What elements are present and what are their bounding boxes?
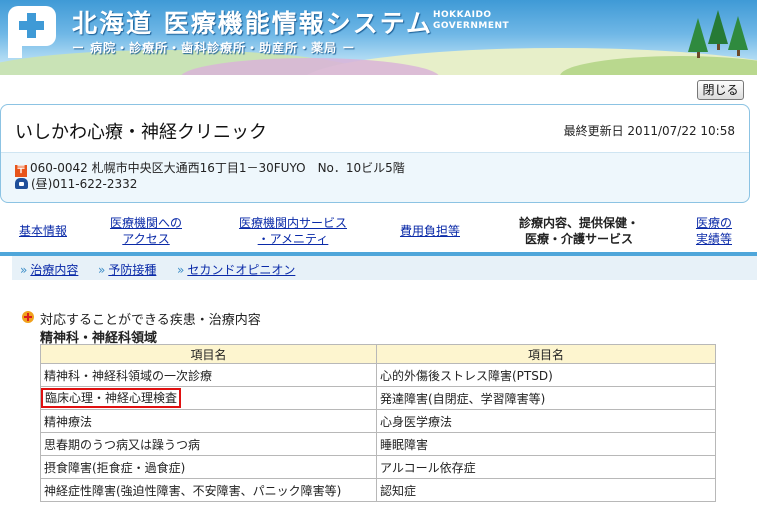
table-row: 思春期のうつ病又は躁うつ病 睡眠障害: [40, 432, 716, 456]
double-arrow-icon: »: [177, 263, 185, 277]
site-banner: 北海道 医療機能情報システム HOKKAIDO GOVERNMENT ー 病院・…: [0, 0, 757, 75]
table-row: 精神療法 心身医学療法: [40, 409, 716, 433]
clinic-phone: (昼)011-622-2332: [15, 175, 137, 192]
table-cell: 精神科・神経科領域の一次診療: [40, 363, 377, 387]
subnav-vaccination[interactable]: » 予防接種: [98, 261, 156, 278]
tree-icon: [728, 16, 748, 50]
table-cell: 睡眠障害: [376, 432, 716, 456]
clinic-name: いしかわ心療・神経クリニック: [15, 122, 267, 143]
close-button[interactable]: 閉じる: [697, 80, 744, 100]
table-cell: 精神療法: [40, 409, 377, 433]
subnav-second-opinion[interactable]: » セカンドオピニオン: [177, 261, 295, 278]
site-subtitle: ー 病院・診療所・歯科診療所・助産所・薬局 ー: [72, 41, 356, 55]
tab-costs[interactable]: 費用負担等: [390, 223, 470, 239]
table-cell: アルコール依存症: [376, 455, 716, 479]
column-header: 項目名: [376, 344, 716, 364]
table-row: 摂食障害(拒食症・過食症) アルコール依存症: [40, 455, 716, 479]
telephone-icon: [15, 178, 28, 189]
clinic-info-card: いしかわ心療・神経クリニック 最終更新日 2011/07/22 10:58 〒 0…: [0, 104, 750, 203]
site-title-en: HOKKAIDO GOVERNMENT: [433, 10, 510, 31]
treatment-table: 項目名 項目名 精神科・神経科領域の一次診療 心的外傷後ストレス障害(PTSD)…: [40, 344, 716, 502]
table-cell: 認知症: [376, 478, 716, 502]
table-cell: 神経症性障害(強迫性障害、不安障害、パニック障害等): [40, 478, 377, 502]
table-cell: 臨床心理・神経心理検査: [40, 386, 377, 410]
table-row: 精神科・神経科領域の一次診療 心的外傷後ストレス障害(PTSD): [40, 363, 716, 387]
table-cell: 心身医学療法: [376, 409, 716, 433]
highlighted-item: 臨床心理・神経心理検査: [41, 388, 182, 408]
double-arrow-icon: »: [98, 263, 106, 277]
tab-medical-services[interactable]: 診療内容、提供保健・ 医療・介護サービス: [494, 215, 664, 247]
table-cell: 思春期のうつ病又は躁うつ病: [40, 432, 377, 456]
table-cell: 発達障害(自閉症、学習障害等): [376, 386, 716, 410]
table-cell: 摂食障害(拒食症・過食症): [40, 455, 377, 479]
last-updated: 最終更新日 2011/07/22 10:58: [563, 124, 735, 138]
tree-icon: [708, 10, 728, 44]
double-arrow-icon: »: [20, 263, 28, 277]
tab-medical-results[interactable]: 医療の 実績等: [686, 215, 742, 247]
table-cell: 心的外傷後ストレス障害(PTSD): [376, 363, 716, 387]
table-header-row: 項目名 項目名: [40, 344, 716, 364]
tab-services-amenities[interactable]: 医療機関内サービス ・アメニティ: [228, 215, 358, 247]
site-title: 北海道 医療機能情報システム: [72, 9, 433, 38]
table-row: 神経症性障害(強迫性障害、不安障害、パニック障害等) 認知症: [40, 478, 716, 502]
tree-icon: [688, 18, 708, 52]
tab-access[interactable]: 医療機関への アクセス: [96, 215, 196, 247]
section-title: 対応することができる疾患・治療内容: [40, 313, 261, 328]
medical-plus-icon: [22, 311, 34, 323]
medical-cross-logo-icon: [8, 6, 56, 58]
column-header: 項目名: [40, 344, 377, 364]
tab-basic-info[interactable]: 基本情報: [10, 223, 76, 239]
subnav-treatment[interactable]: » 治療内容: [20, 261, 78, 278]
table-row: 臨床心理・神経心理検査 発達障害(自閉症、学習障害等): [40, 386, 716, 410]
sub-navigation: » 治療内容 » 予防接種 » セカンドオピニオン: [12, 256, 757, 280]
